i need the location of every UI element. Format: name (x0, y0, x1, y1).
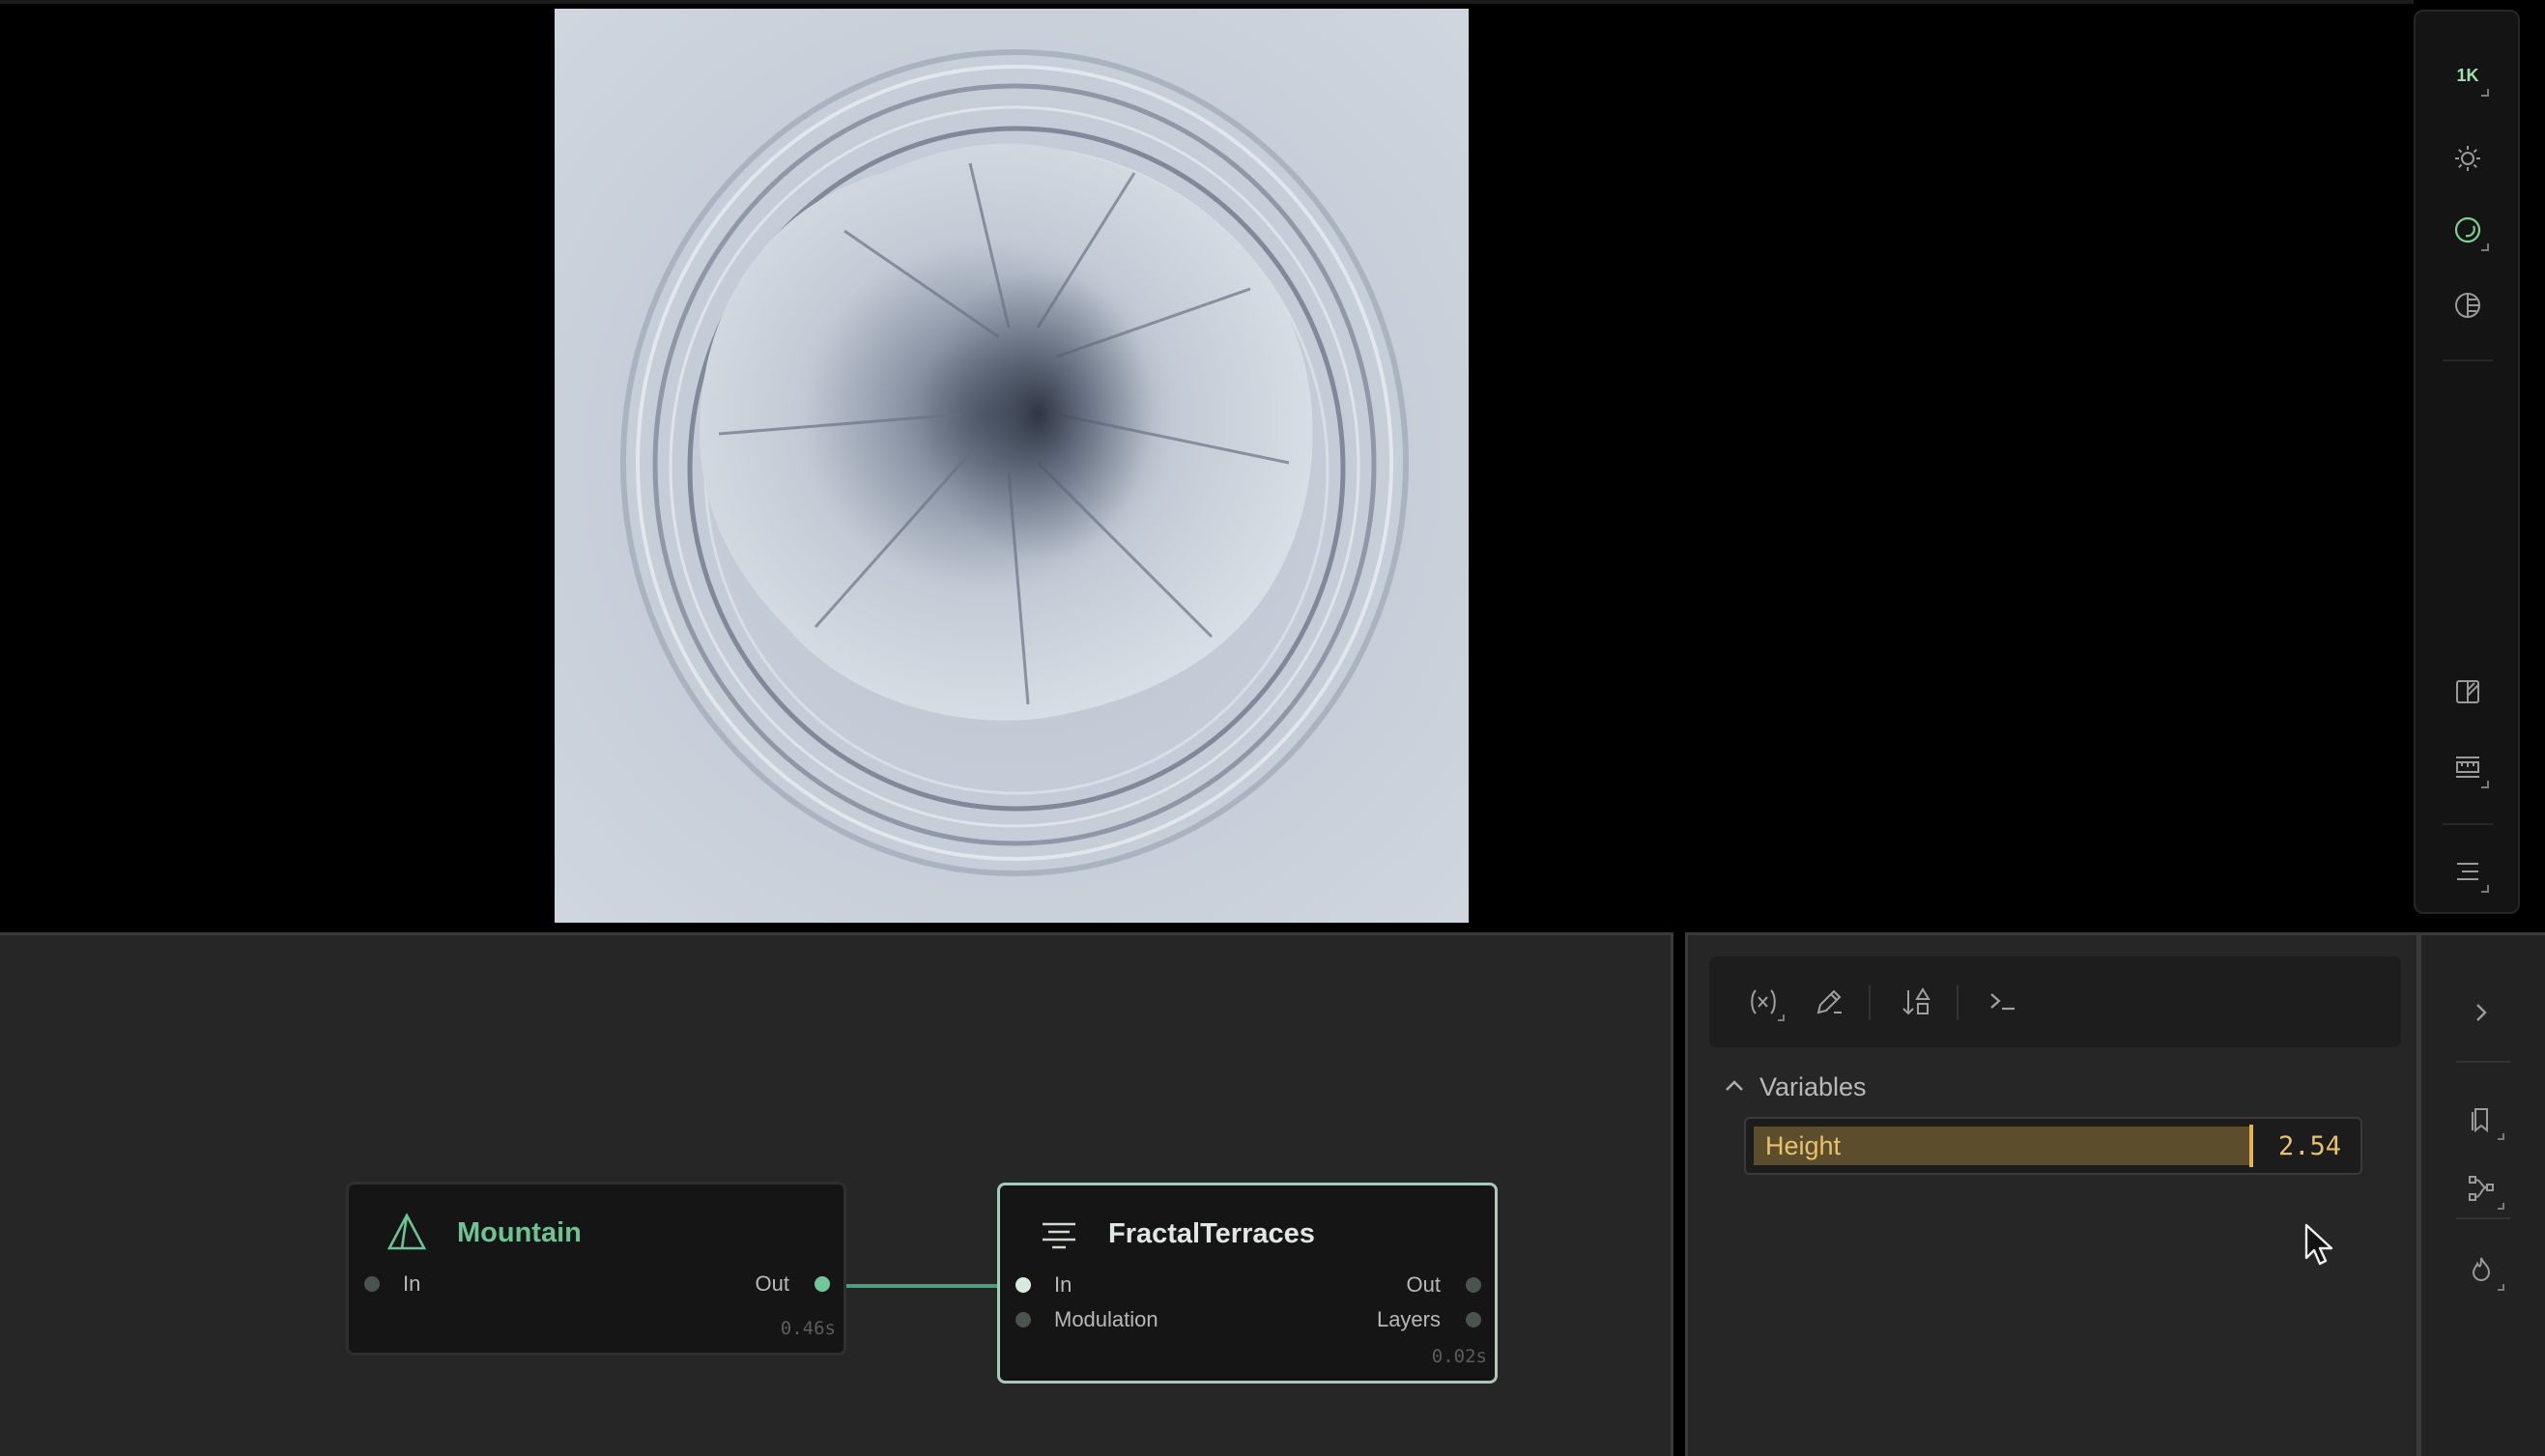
variable-value[interactable]: 2.54 (2278, 1131, 2341, 1161)
terminal-button[interactable] (1980, 979, 2026, 1025)
terrain-render-image (555, 9, 1469, 923)
add-variable-button[interactable] (1740, 979, 1787, 1025)
output-port-out[interactable] (815, 1276, 830, 1292)
mouse-cursor-icon (2304, 1223, 2333, 1266)
port-label-in: In (403, 1271, 421, 1296)
viewport-menu-button[interactable] (2441, 844, 2495, 899)
sort-icon (1902, 987, 1930, 1015)
menu-icon (2457, 863, 2478, 880)
connection-wire[interactable] (844, 1284, 999, 1288)
variables-section-title[interactable]: Variables (1759, 1072, 1867, 1102)
chevron-up-icon[interactable] (1723, 1074, 1746, 1098)
input-port-in[interactable] (1015, 1277, 1031, 1293)
port-label-layers: Layers (1376, 1307, 1441, 1331)
terminal-icon (1990, 993, 2015, 1011)
sun-icon (2455, 146, 2480, 171)
bookmarks-button[interactable] (2456, 1094, 2506, 1144)
shading-button[interactable] (2441, 203, 2495, 257)
split-view-icon (2456, 680, 2479, 703)
mountain-icon (386, 1213, 427, 1250)
3d-viewport[interactable] (0, 0, 2414, 923)
node-mountain[interactable]: Mountain In Out 0.46s (346, 1182, 846, 1356)
edit-icon (1816, 989, 1842, 1014)
terraces-icon (1043, 1222, 1075, 1249)
port-label-out: Out (1406, 1272, 1441, 1297)
node-exec-time: 0.02s (1431, 1346, 1487, 1367)
node-exec-time: 0.46s (780, 1318, 836, 1339)
input-port-in[interactable] (364, 1276, 380, 1292)
properties-panel: Variables Height 2.54 (1685, 932, 2419, 1456)
resolution-button[interactable]: 1K (2441, 48, 2495, 102)
lighting-button[interactable] (2441, 131, 2495, 186)
output-port-out[interactable] (1466, 1277, 1481, 1293)
variable-name: Height (1765, 1131, 1842, 1160)
output-port-layers[interactable] (1466, 1312, 1481, 1328)
collapse-chevron-icon (2476, 1004, 2487, 1021)
port-label-modulation: Modulation (1054, 1307, 1158, 1331)
measure-icon (2456, 757, 2479, 778)
collapse-panel-button[interactable] (2456, 987, 2506, 1038)
split-view-button[interactable] (2441, 665, 2495, 719)
edit-button[interactable] (1806, 979, 1852, 1025)
input-port-modulation[interactable] (1015, 1312, 1031, 1328)
port-label-in: In (1054, 1272, 1072, 1297)
variable-slider-handle[interactable] (2249, 1125, 2253, 1167)
measure-button[interactable] (2441, 740, 2495, 794)
properties-toolbar (1709, 956, 2401, 1047)
node-title: Mountain (457, 1217, 582, 1248)
variable-icon (1751, 989, 1776, 1014)
bookmark-icon (2472, 1108, 2488, 1133)
fire-icon (2472, 1257, 2491, 1281)
terrain-render[interactable] (555, 9, 1469, 923)
resolution-label: 1K (2456, 65, 2479, 85)
sort-button[interactable] (1893, 979, 1939, 1025)
node-title: FractalTerraces (1108, 1218, 1315, 1249)
contour-button[interactable] (2441, 278, 2495, 332)
right-side-strip (2419, 932, 2545, 1456)
port-label-out: Out (755, 1271, 789, 1296)
node-fractal-terraces[interactable]: FractalTerraces In Modulation Out Layers… (997, 1183, 1498, 1384)
viewport-toolbar: 1K (2414, 10, 2520, 914)
shading-icon (2454, 216, 2481, 243)
contour-icon (2455, 293, 2480, 318)
variable-slider-height[interactable]: Height 2.54 (1744, 1117, 2362, 1175)
graph-icon (2469, 1176, 2494, 1201)
graph-view-button[interactable] (2456, 1163, 2506, 1213)
build-button[interactable] (2456, 1244, 2506, 1295)
